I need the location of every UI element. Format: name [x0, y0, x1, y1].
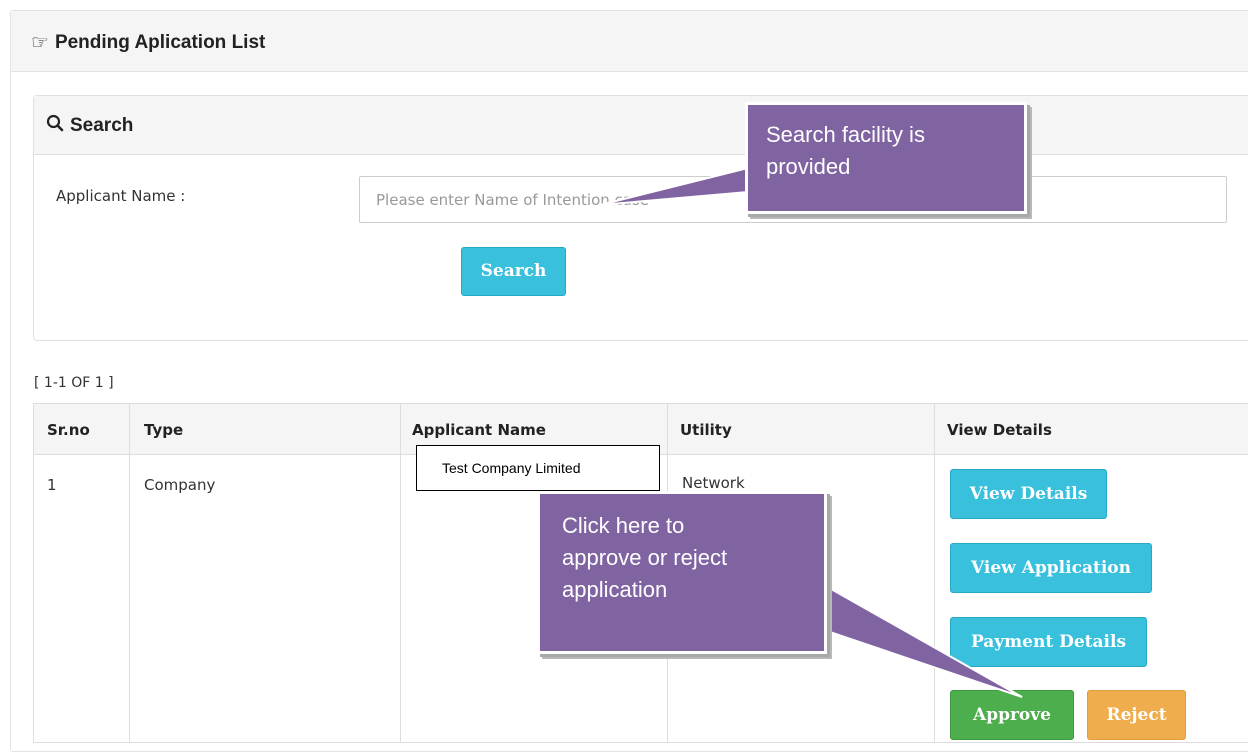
search-icon [46, 114, 64, 138]
payment-details-button[interactable]: Payment Details [950, 617, 1147, 667]
search-button[interactable]: Search [461, 247, 566, 296]
callout-text: Search facility is [766, 122, 925, 147]
applicant-name-label: Applicant Name : [56, 187, 186, 205]
callout-text: approve or reject [562, 545, 728, 570]
hand-point-right-icon: ☞ [31, 32, 49, 54]
view-details-button[interactable]: View Details [950, 469, 1107, 519]
cell-sr-no: 1 [47, 476, 57, 494]
page-title: ☞ Pending Aplication List [31, 30, 265, 55]
column-header-applicant-name: Applicant Name [412, 421, 546, 439]
reject-button[interactable]: Reject [1087, 690, 1186, 740]
cell-utility: Network [682, 474, 745, 492]
column-divider [129, 404, 130, 742]
approve-reject-callout: Click here to approve or reject applicat… [537, 491, 827, 654]
column-header-sr-no: Sr.no [47, 421, 90, 439]
column-divider [934, 404, 935, 742]
cell-applicant-name: Test Company Limited [416, 445, 660, 491]
search-facility-callout: Search facility is provided [745, 102, 1027, 214]
result-count: [ 1-1 OF 1 ] [34, 375, 114, 391]
column-divider [400, 404, 401, 742]
callout-text: Click here to [562, 513, 685, 538]
view-application-button[interactable]: View Application [950, 543, 1152, 593]
cell-type: Company [144, 476, 216, 494]
panel-header: ☞ Pending Aplication List [11, 11, 1248, 72]
search-title: Search [46, 114, 133, 138]
approve-button[interactable]: Approve [950, 690, 1074, 740]
column-header-type: Type [144, 421, 184, 439]
column-header-utility: Utility [680, 421, 732, 439]
column-header-view-details: View Details [947, 421, 1052, 439]
callout-text: application [562, 577, 668, 602]
search-panel: Search Applicant Name : Search [33, 95, 1248, 341]
page-title-text: Pending Aplication List [54, 31, 266, 53]
callout-text: provided [766, 154, 851, 179]
search-panel-header: Search [34, 96, 1248, 155]
search-title-text: Search [70, 115, 134, 136]
